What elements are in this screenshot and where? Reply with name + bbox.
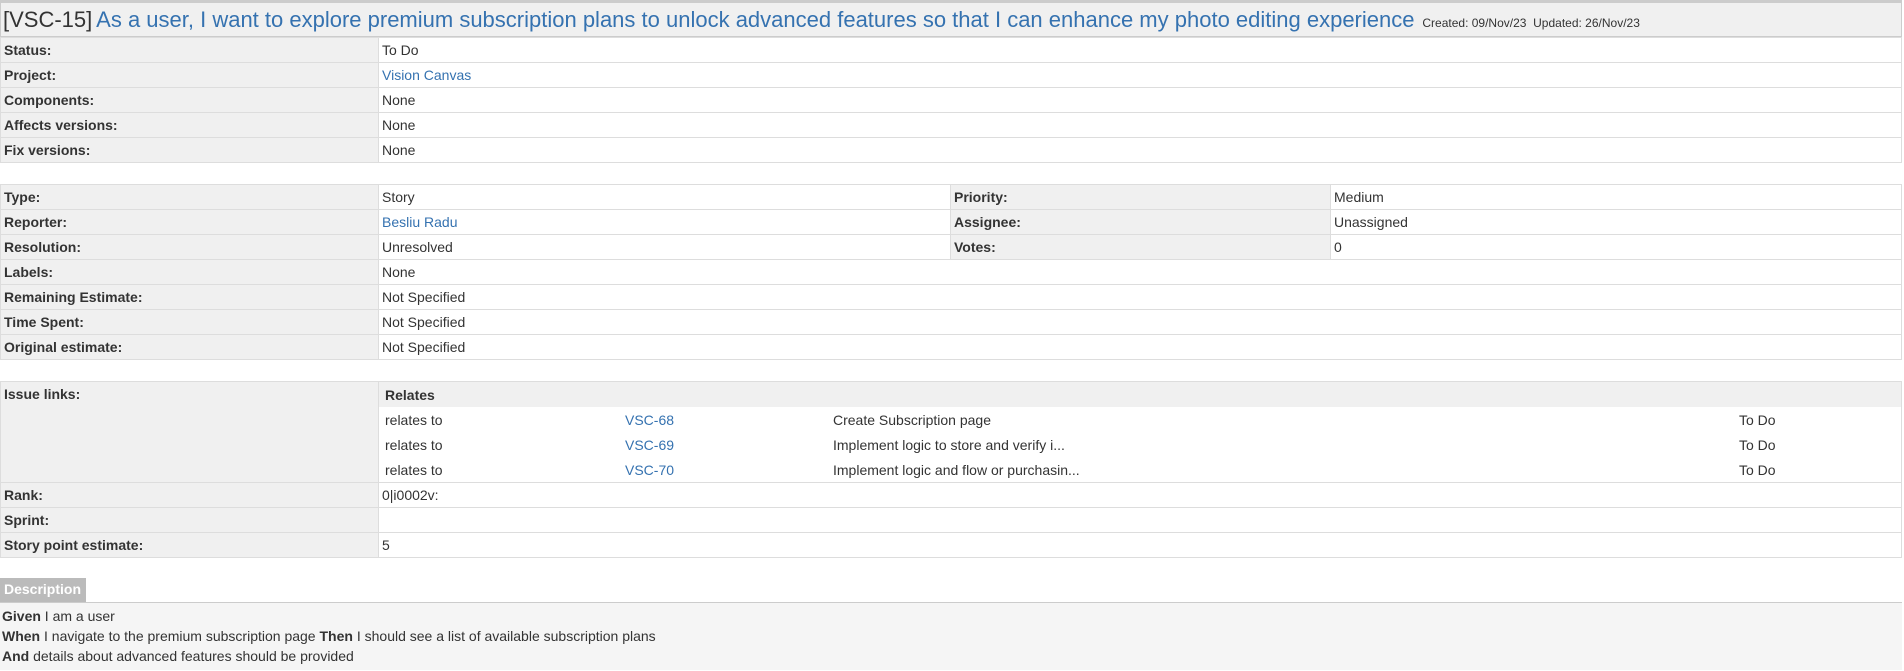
description-text: I should see a list of available subscri… [352,628,656,644]
issue-dates: Created: 09/Nov/23 Updated: 26/Nov/23 [1422,16,1640,30]
field-row-story-points: Story point estimate: 5 [0,532,1902,558]
story-points-label: Story point estimate: [0,532,379,558]
labels-value: None [378,259,1902,285]
field-row-original-estimate: Original estimate: Not Specified [0,334,1902,360]
issue-link-row: relates to VSC-69 Implement logic to sto… [380,432,1901,457]
issue-title-link[interactable]: As a user, I want to explore premium sub… [96,7,1414,32]
issue-link-row: relates to VSC-68 Create Subscription pa… [380,407,1901,432]
description-text: I am a user [40,608,115,624]
affects-versions-value: None [378,112,1902,138]
issue-links-table: Relates relates to VSC-68 Create Subscri… [379,382,1901,482]
gherkin-keyword: Then [319,628,353,644]
linked-issue-summary: Create Subscription page [833,411,991,428]
description-line: And details about advanced features shou… [2,646,1900,666]
field-row-project: Project: Vision Canvas [0,62,1902,88]
field-row-rank: Rank: 0|i0002v: [0,482,1902,508]
linked-issue-status: To Do [1739,436,1776,453]
linked-issue-key[interactable]: VSC-68 [625,412,674,428]
description-body: Given I am a user When I navigate to the… [0,602,1902,670]
field-row-issue-links: Issue links: Relates relates to VSC-68 C… [0,381,1902,483]
description-line: When I navigate to the premium subscript… [2,626,1900,646]
issue-links-group: Relates [379,382,1901,407]
link-relation: relates to [385,411,443,428]
linked-issue-status: To Do [1739,411,1776,428]
field-row-affects-versions: Affects versions: None [0,112,1902,138]
project-link[interactable]: Vision Canvas [382,67,471,83]
gherkin-keyword: And [2,648,30,664]
field-row-fix-versions: Fix versions: None [0,137,1902,163]
time-spent-label: Time Spent: [0,309,379,335]
original-estimate-label: Original estimate: [0,334,379,360]
resolution-label: Resolution: [0,234,379,260]
created-date: 09/Nov/23 [1471,16,1527,30]
affects-versions-label: Affects versions: [0,112,379,138]
updated-date: 26/Nov/23 [1585,16,1640,30]
issue-links-label: Issue links: [0,381,379,483]
type-value: Story [378,184,951,210]
issue-links-group-row: Relates [379,382,1901,407]
remaining-estimate-label: Remaining Estimate: [0,284,379,310]
created-label: Created: [1422,16,1469,30]
field-row-resolution-votes: Resolution: Unresolved Votes: 0 [0,234,1902,260]
linked-issue-key[interactable]: VSC-70 [625,462,674,478]
story-points-value: 5 [378,532,1902,558]
sprint-value [378,507,1902,533]
priority-label: Priority: [950,184,1331,210]
linked-issue-summary: Implement logic and flow or purchasin... [833,461,1080,478]
votes-value: 0 [1330,234,1902,260]
issue-key: [VSC-15] [3,7,93,32]
linked-issue-summary: Implement logic to store and verify i... [833,436,1065,453]
rank-value: 0|i0002v: [378,482,1902,508]
project-label: Project: [0,62,379,88]
field-row-components: Components: None [0,87,1902,113]
original-estimate-value: Not Specified [378,334,1902,360]
priority-value: Medium [1330,184,1902,210]
issue-link-row: relates to VSC-70 Implement logic and fl… [380,457,1901,482]
assignee-value: Unassigned [1330,209,1902,235]
field-row-remaining-estimate: Remaining Estimate: Not Specified [0,284,1902,310]
link-relation: relates to [385,436,443,453]
field-row-time-spent: Time Spent: Not Specified [0,309,1902,335]
reporter-link[interactable]: Besliu Radu [382,214,458,230]
gherkin-keyword: When [2,628,41,644]
gherkin-keyword: Given [2,608,41,624]
description-tab[interactable]: Description [0,578,87,602]
issue-header: [VSC-15] As a user, I want to explore pr… [0,0,1902,37]
linked-issue-key[interactable]: VSC-69 [625,437,674,453]
field-row-status: Status: To Do [0,37,1902,63]
description-line: Given I am a user [2,606,1900,626]
fix-versions-value: None [378,137,1902,163]
assignee-label: Assignee: [950,209,1331,235]
status-value: To Do [378,37,1902,63]
field-row-labels: Labels: None [0,259,1902,285]
components-label: Components: [0,87,379,113]
link-relation: relates to [385,461,443,478]
fix-versions-label: Fix versions: [0,137,379,163]
status-label: Status: [0,37,379,63]
remaining-estimate-value: Not Specified [378,284,1902,310]
components-value: None [378,87,1902,113]
sprint-label: Sprint: [0,507,379,533]
reporter-label: Reporter: [0,209,379,235]
rank-label: Rank: [0,482,379,508]
fields-table-links: Issue links: Relates relates to VSC-68 C… [0,381,1902,558]
field-row-type-priority: Type: Story Priority: Medium [0,184,1902,210]
labels-label: Labels: [0,259,379,285]
fields-table-details: Type: Story Priority: Medium Reporter: B… [0,184,1902,360]
field-row-sprint: Sprint: [0,507,1902,533]
description-text: I navigate to the premium subscription p… [40,628,320,644]
description-text: details about advanced features should b… [29,648,354,664]
field-row-reporter-assignee: Reporter: Besliu Radu Assignee: Unassign… [0,209,1902,235]
fields-table-primary: Status: To Do Project: Vision Canvas Com… [0,37,1902,163]
time-spent-value: Not Specified [378,309,1902,335]
resolution-value: Unresolved [378,234,951,260]
updated-label: Updated: [1533,16,1582,30]
votes-label: Votes: [950,234,1331,260]
linked-issue-status: To Do [1739,461,1776,478]
type-label: Type: [0,184,379,210]
